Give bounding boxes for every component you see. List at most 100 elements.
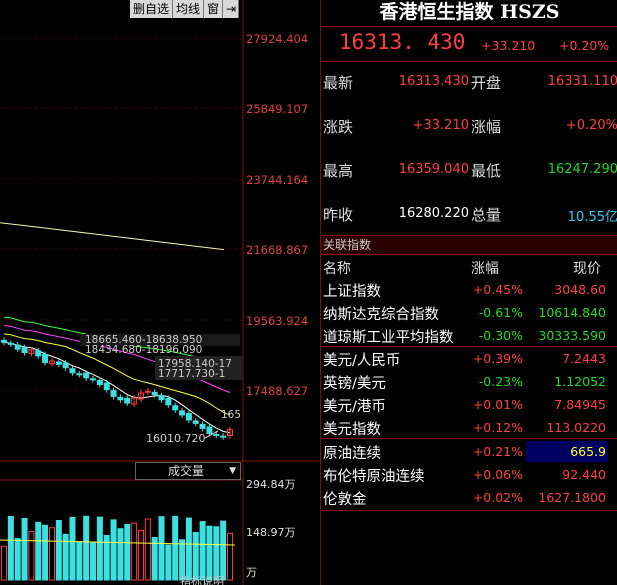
volume-bar <box>7 516 14 581</box>
kline-chart[interactable]: 18665.460-18638.950 18434.680-18196.090 … <box>0 0 320 585</box>
related-change: +0.02% <box>472 490 523 505</box>
related-row[interactable]: 纳斯达克综合指数 -0.61% 10614.840 <box>321 301 617 324</box>
volume-bar <box>131 522 138 581</box>
candle-down <box>172 405 179 411</box>
candle-down <box>199 423 206 429</box>
related-change: -0.61% <box>478 305 523 320</box>
chart-annotation: 165 <box>221 409 241 421</box>
related-price: 1627.1800 <box>538 490 606 505</box>
candle-down <box>76 373 83 376</box>
volume-bar <box>137 529 144 581</box>
volume-bar <box>172 515 179 581</box>
related-price: 7.84945 <box>554 397 606 412</box>
volume-bar <box>165 544 172 581</box>
related-name: 布伦特原油连续 <box>323 469 425 485</box>
related-price: 30333.590 <box>538 328 606 343</box>
change-pct-value: +0.20% <box>565 118 617 133</box>
related-name: 英镑/美元 <box>323 376 386 392</box>
related-price: 665.9 <box>570 444 606 459</box>
related-change: +0.06% <box>472 467 523 482</box>
volume-bar <box>124 523 131 581</box>
related-price: 10614.840 <box>538 305 606 320</box>
moving-average-button[interactable]: 均线 <box>173 0 205 18</box>
candle-down <box>1 339 7 343</box>
volume-bar <box>35 521 42 581</box>
remove-favorite-button[interactable]: 删自选 <box>130 0 174 18</box>
divider <box>321 26 617 27</box>
low-label: 最低 <box>471 162 502 180</box>
volume-bar <box>1 545 7 581</box>
candle-down <box>206 426 213 434</box>
related-change: +0.01% <box>472 397 523 412</box>
volume-bar <box>90 542 97 581</box>
volume-bar <box>48 527 55 581</box>
candle-up <box>144 390 151 393</box>
volume-bar <box>213 526 220 581</box>
price-axis-tick: 21668.867 <box>246 243 309 257</box>
kline-chart-area[interactable]: 18665.460-18638.950 18434.680-18196.090 … <box>0 0 320 585</box>
chart-annotation: 17717.730-1 <box>158 368 225 380</box>
related-row[interactable]: 上证指数 +0.45% 3048.60 <box>321 278 617 301</box>
volume-axis-unit: 万 <box>246 566 257 579</box>
change-value: +33.210 <box>412 118 469 133</box>
high-label: 最高 <box>323 162 354 180</box>
candle-down <box>90 378 97 381</box>
volume-bar <box>42 524 49 581</box>
volume-bar <box>144 518 151 581</box>
related-row[interactable]: 伦敦金 +0.02% 1627.1800 <box>321 486 617 509</box>
related-name: 美元/港币 <box>323 399 386 415</box>
candle-down <box>110 390 117 397</box>
related-row[interactable]: 原油连续 +0.21% 665.9 <box>321 440 617 463</box>
volume-value: 10.55亿 <box>567 210 617 225</box>
quote-panel: 香港恒生指数 HSZS 16313. 430 +33.210 +0.20% 最新… <box>320 0 617 585</box>
related-price: 1.12052 <box>554 374 606 389</box>
related-indices-header[interactable]: 关联指数 <box>321 235 617 255</box>
volume-bar <box>227 532 233 581</box>
related-price: 113.0220 <box>546 420 606 435</box>
candle-down <box>21 347 28 354</box>
candle-down <box>103 382 110 391</box>
related-row[interactable]: 道琼斯工业平均指数 -0.30% 30333.590 <box>321 324 617 347</box>
related-row[interactable]: 美元指数 +0.12% 113.0220 <box>321 416 617 439</box>
related-row[interactable]: 美元/人民币 +0.39% 7.2443 <box>321 347 617 370</box>
candle-down <box>185 413 192 421</box>
low-value: 16247.290 <box>547 162 617 177</box>
low-price-label: 16010.720 <box>146 432 206 445</box>
candle-down <box>179 410 186 416</box>
related-name: 纳斯达克综合指数 <box>323 307 439 323</box>
col-header-price: 现价 <box>573 261 601 277</box>
price-axis-tick: 23744.164 <box>246 173 309 187</box>
candle-down <box>96 380 103 386</box>
volume-bar <box>76 541 83 581</box>
related-name: 伦敦金 <box>323 492 367 508</box>
related-change: +0.39% <box>472 351 523 366</box>
collapse-arrow-icon[interactable]: ⇥ <box>223 0 240 18</box>
price-change: +33.210 <box>481 38 536 53</box>
related-row[interactable]: 英镑/美元 -0.23% 1.12052 <box>321 370 617 393</box>
col-header-name: 名称 <box>323 261 351 277</box>
related-name: 原油连续 <box>323 446 381 462</box>
long-term-ma-line <box>0 222 225 251</box>
volume-bar <box>69 516 76 581</box>
volume-indicator-select[interactable]: 成交量 ▼ <box>135 462 241 480</box>
volume-bar <box>179 539 186 581</box>
volume-bar <box>117 528 124 581</box>
indicator-help-label: 指标说明 <box>180 574 224 585</box>
candle-down <box>117 396 124 401</box>
candle-down <box>220 435 227 438</box>
related-change: -0.23% <box>478 374 523 389</box>
price-axis-tick: 27924.404 <box>246 32 309 46</box>
window-button[interactable]: 窗 <box>204 0 224 18</box>
volume-bar <box>199 521 206 581</box>
volume-bar <box>55 519 62 581</box>
related-name: 上证指数 <box>323 284 381 300</box>
open-label: 开盘 <box>471 74 502 92</box>
volume-bar <box>83 515 90 581</box>
volume-indicator-label: 成交量 <box>168 464 205 478</box>
volume-bar <box>220 520 227 581</box>
candle-down <box>42 354 49 364</box>
related-row[interactable]: 布伦特原油连续 +0.06% 92.440 <box>321 463 617 486</box>
candle-down <box>35 350 42 357</box>
latest-label: 最新 <box>323 74 354 92</box>
related-row[interactable]: 美元/港币 +0.01% 7.84945 <box>321 393 617 416</box>
